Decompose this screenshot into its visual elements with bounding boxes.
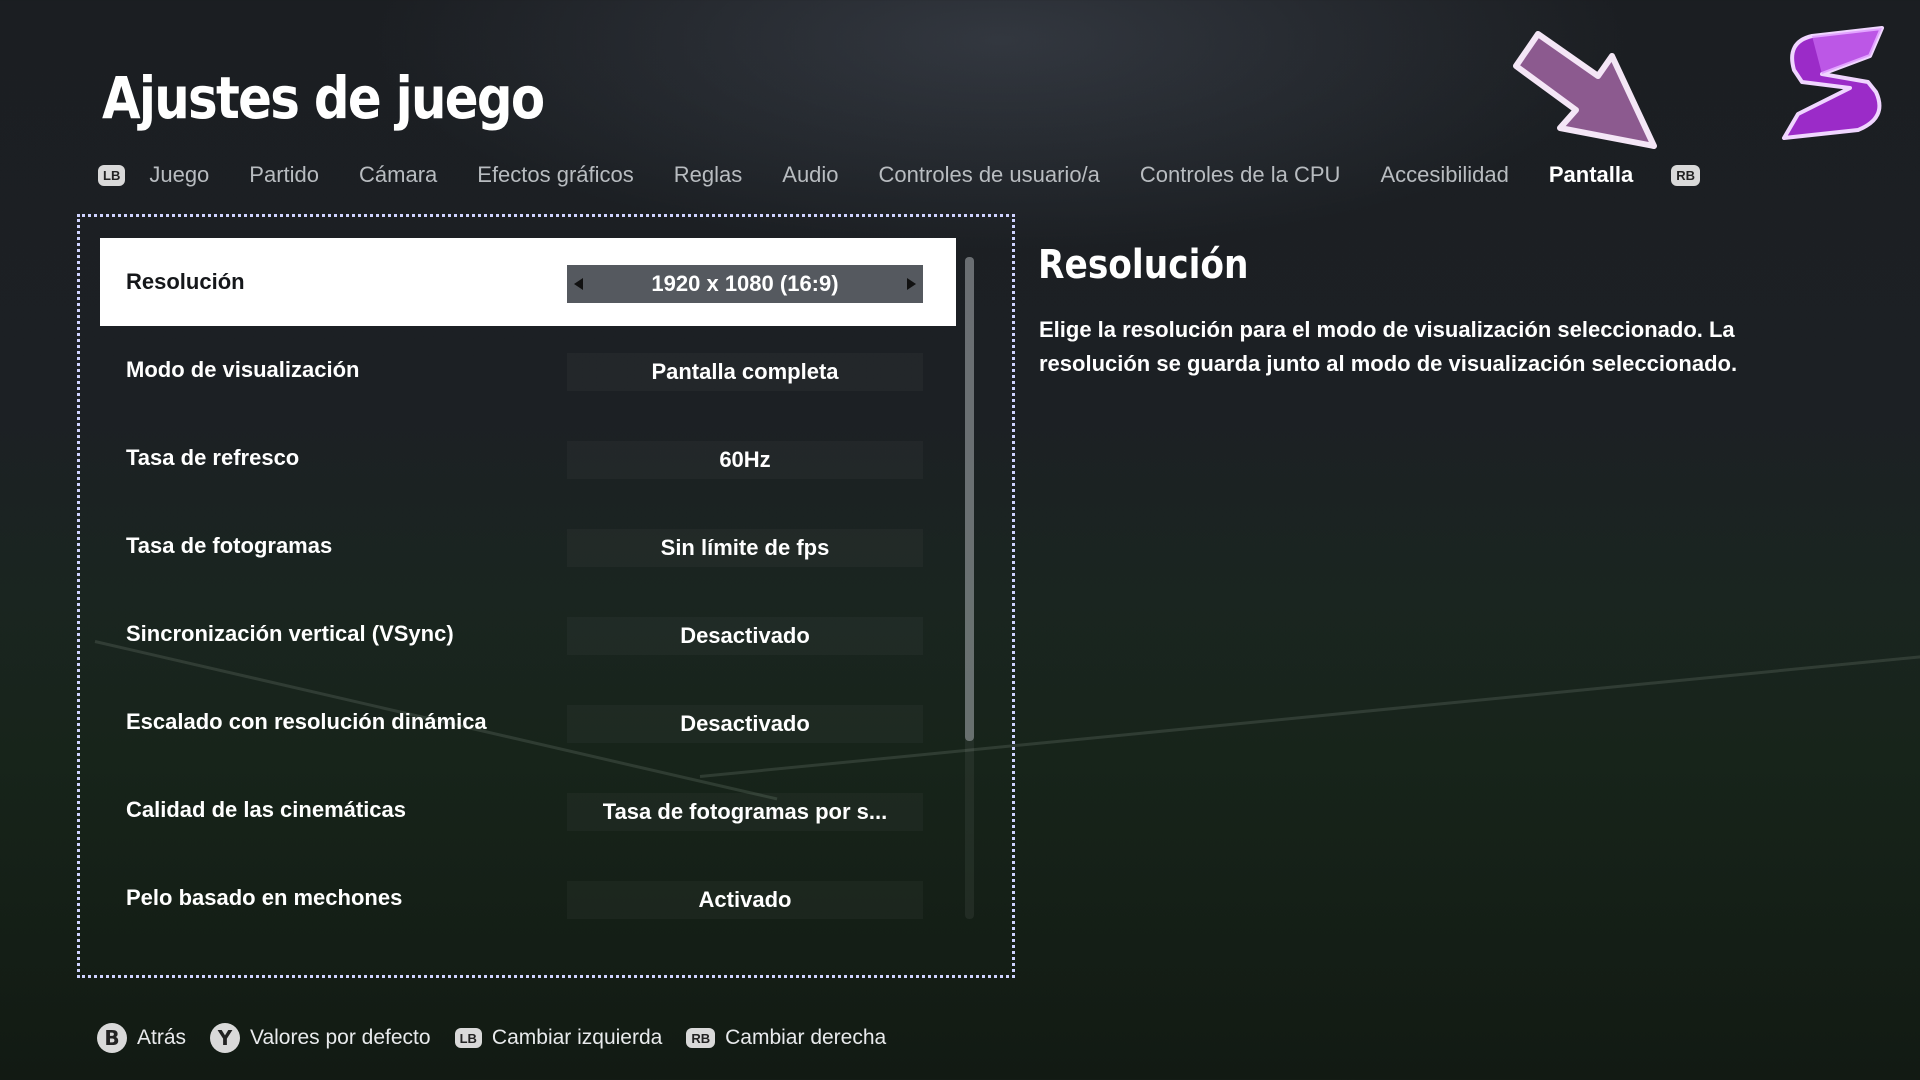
setting-value[interactable]: Pantalla completa xyxy=(567,353,923,391)
switch-left-button[interactable]: LB Cambiar izquierda xyxy=(454,1026,663,1050)
switch-right-button[interactable]: RB Cambiar derecha xyxy=(686,1026,886,1050)
setting-value[interactable]: Desactivado xyxy=(567,705,923,743)
setting-label: Tasa de refresco xyxy=(126,445,300,470)
setting-label: Pelo basado en mechones xyxy=(126,885,403,910)
tab-juego[interactable]: Juego xyxy=(149,162,209,188)
defaults-button[interactable]: Y Valores por defecto xyxy=(210,1023,431,1053)
footer-hints: B Atrás Y Valores por defecto LB Cambiar… xyxy=(97,1022,910,1054)
setting-row-resolucion[interactable]: Resolución 1920 x 1080 (16:9) xyxy=(100,238,956,326)
setting-value-selector[interactable]: 1920 x 1080 (16:9) xyxy=(567,265,923,303)
arrow-right-icon[interactable] xyxy=(907,278,916,290)
defaults-label: Valores por defecto xyxy=(250,1026,431,1049)
y-button-icon: Y xyxy=(210,1023,241,1053)
setting-label: Escalado con resolución dinámica xyxy=(126,709,487,734)
tab-accesibilidad[interactable]: Accesibilidad xyxy=(1380,162,1508,188)
setting-label: Calidad de las cinemáticas xyxy=(126,797,407,822)
settings-panel: Resolución 1920 x 1080 (16:9) Modo de vi… xyxy=(77,214,1015,978)
arrow-left-icon[interactable] xyxy=(574,278,583,290)
arrow-pointer-icon xyxy=(1513,31,1657,149)
setting-label: Modo de visualización xyxy=(126,357,360,382)
tab-efectos-graficos[interactable]: Efectos gráficos xyxy=(477,162,634,188)
tab-bar: LB Juego Partido Cámara Efectos gráficos… xyxy=(98,158,1701,192)
setting-value[interactable]: Sin límite de fps xyxy=(567,529,923,567)
setting-label: Sincronización vertical (VSync) xyxy=(126,621,454,646)
setting-value: 1920 x 1080 (16:9) xyxy=(651,271,839,296)
setting-row-tasa-refresco[interactable]: Tasa de refresco 60Hz xyxy=(100,414,956,502)
back-label: Atrás xyxy=(137,1026,187,1049)
setting-value[interactable]: 60Hz xyxy=(567,441,923,479)
detail-description: Elige la resolución para el modo de visu… xyxy=(1039,317,1738,376)
scrollbar[interactable] xyxy=(965,257,974,919)
rb-button-icon: RB xyxy=(686,1028,716,1048)
tab-audio[interactable]: Audio xyxy=(782,162,838,188)
setting-value[interactable]: Activado xyxy=(567,881,923,919)
detail-title: Resolución xyxy=(1038,242,1249,288)
setting-row-escalado-dinamico[interactable]: Escalado con resolución dinámica Desacti… xyxy=(100,678,956,766)
b-button-icon: B xyxy=(97,1023,127,1053)
page-title: Ajustes de juego xyxy=(102,64,545,132)
lb-bumper-icon[interactable]: LB xyxy=(98,164,126,186)
tab-pantalla[interactable]: Pantalla xyxy=(1549,162,1633,188)
setting-value[interactable]: Tasa de fotogramas por s... xyxy=(567,793,923,831)
lb-button-icon: LB xyxy=(454,1028,482,1048)
setting-label: Resolución xyxy=(126,269,245,294)
switch-left-label: Cambiar izquierda xyxy=(491,1026,663,1049)
s-logo-icon xyxy=(1782,26,1884,140)
tab-controles-cpu[interactable]: Controles de la CPU xyxy=(1140,162,1341,188)
setting-row-pelo-mechones[interactable]: Pelo basado en mechones Activado xyxy=(100,854,956,942)
setting-value[interactable]: Desactivado xyxy=(567,617,923,655)
scrollbar-thumb[interactable] xyxy=(965,257,974,741)
tab-controles-usuario[interactable]: Controles de usuario/a xyxy=(879,162,1100,188)
tab-partido[interactable]: Partido xyxy=(249,162,319,188)
rb-bumper-icon[interactable]: RB xyxy=(1671,164,1701,186)
setting-row-modo-visualizacion[interactable]: Modo de visualización Pantalla completa xyxy=(100,326,956,414)
tab-camara[interactable]: Cámara xyxy=(359,162,437,188)
back-button[interactable]: B Atrás xyxy=(97,1023,186,1053)
setting-row-tasa-fotogramas[interactable]: Tasa de fotogramas Sin límite de fps xyxy=(100,502,956,590)
setting-row-vsync[interactable]: Sincronización vertical (VSync) Desactiv… xyxy=(100,590,956,678)
setting-row-calidad-cinematicas[interactable]: Calidad de las cinemáticas Tasa de fotog… xyxy=(100,766,956,854)
switch-right-label: Cambiar derecha xyxy=(725,1026,887,1049)
setting-label: Tasa de fotogramas xyxy=(126,533,333,558)
tab-reglas[interactable]: Reglas xyxy=(674,162,742,188)
